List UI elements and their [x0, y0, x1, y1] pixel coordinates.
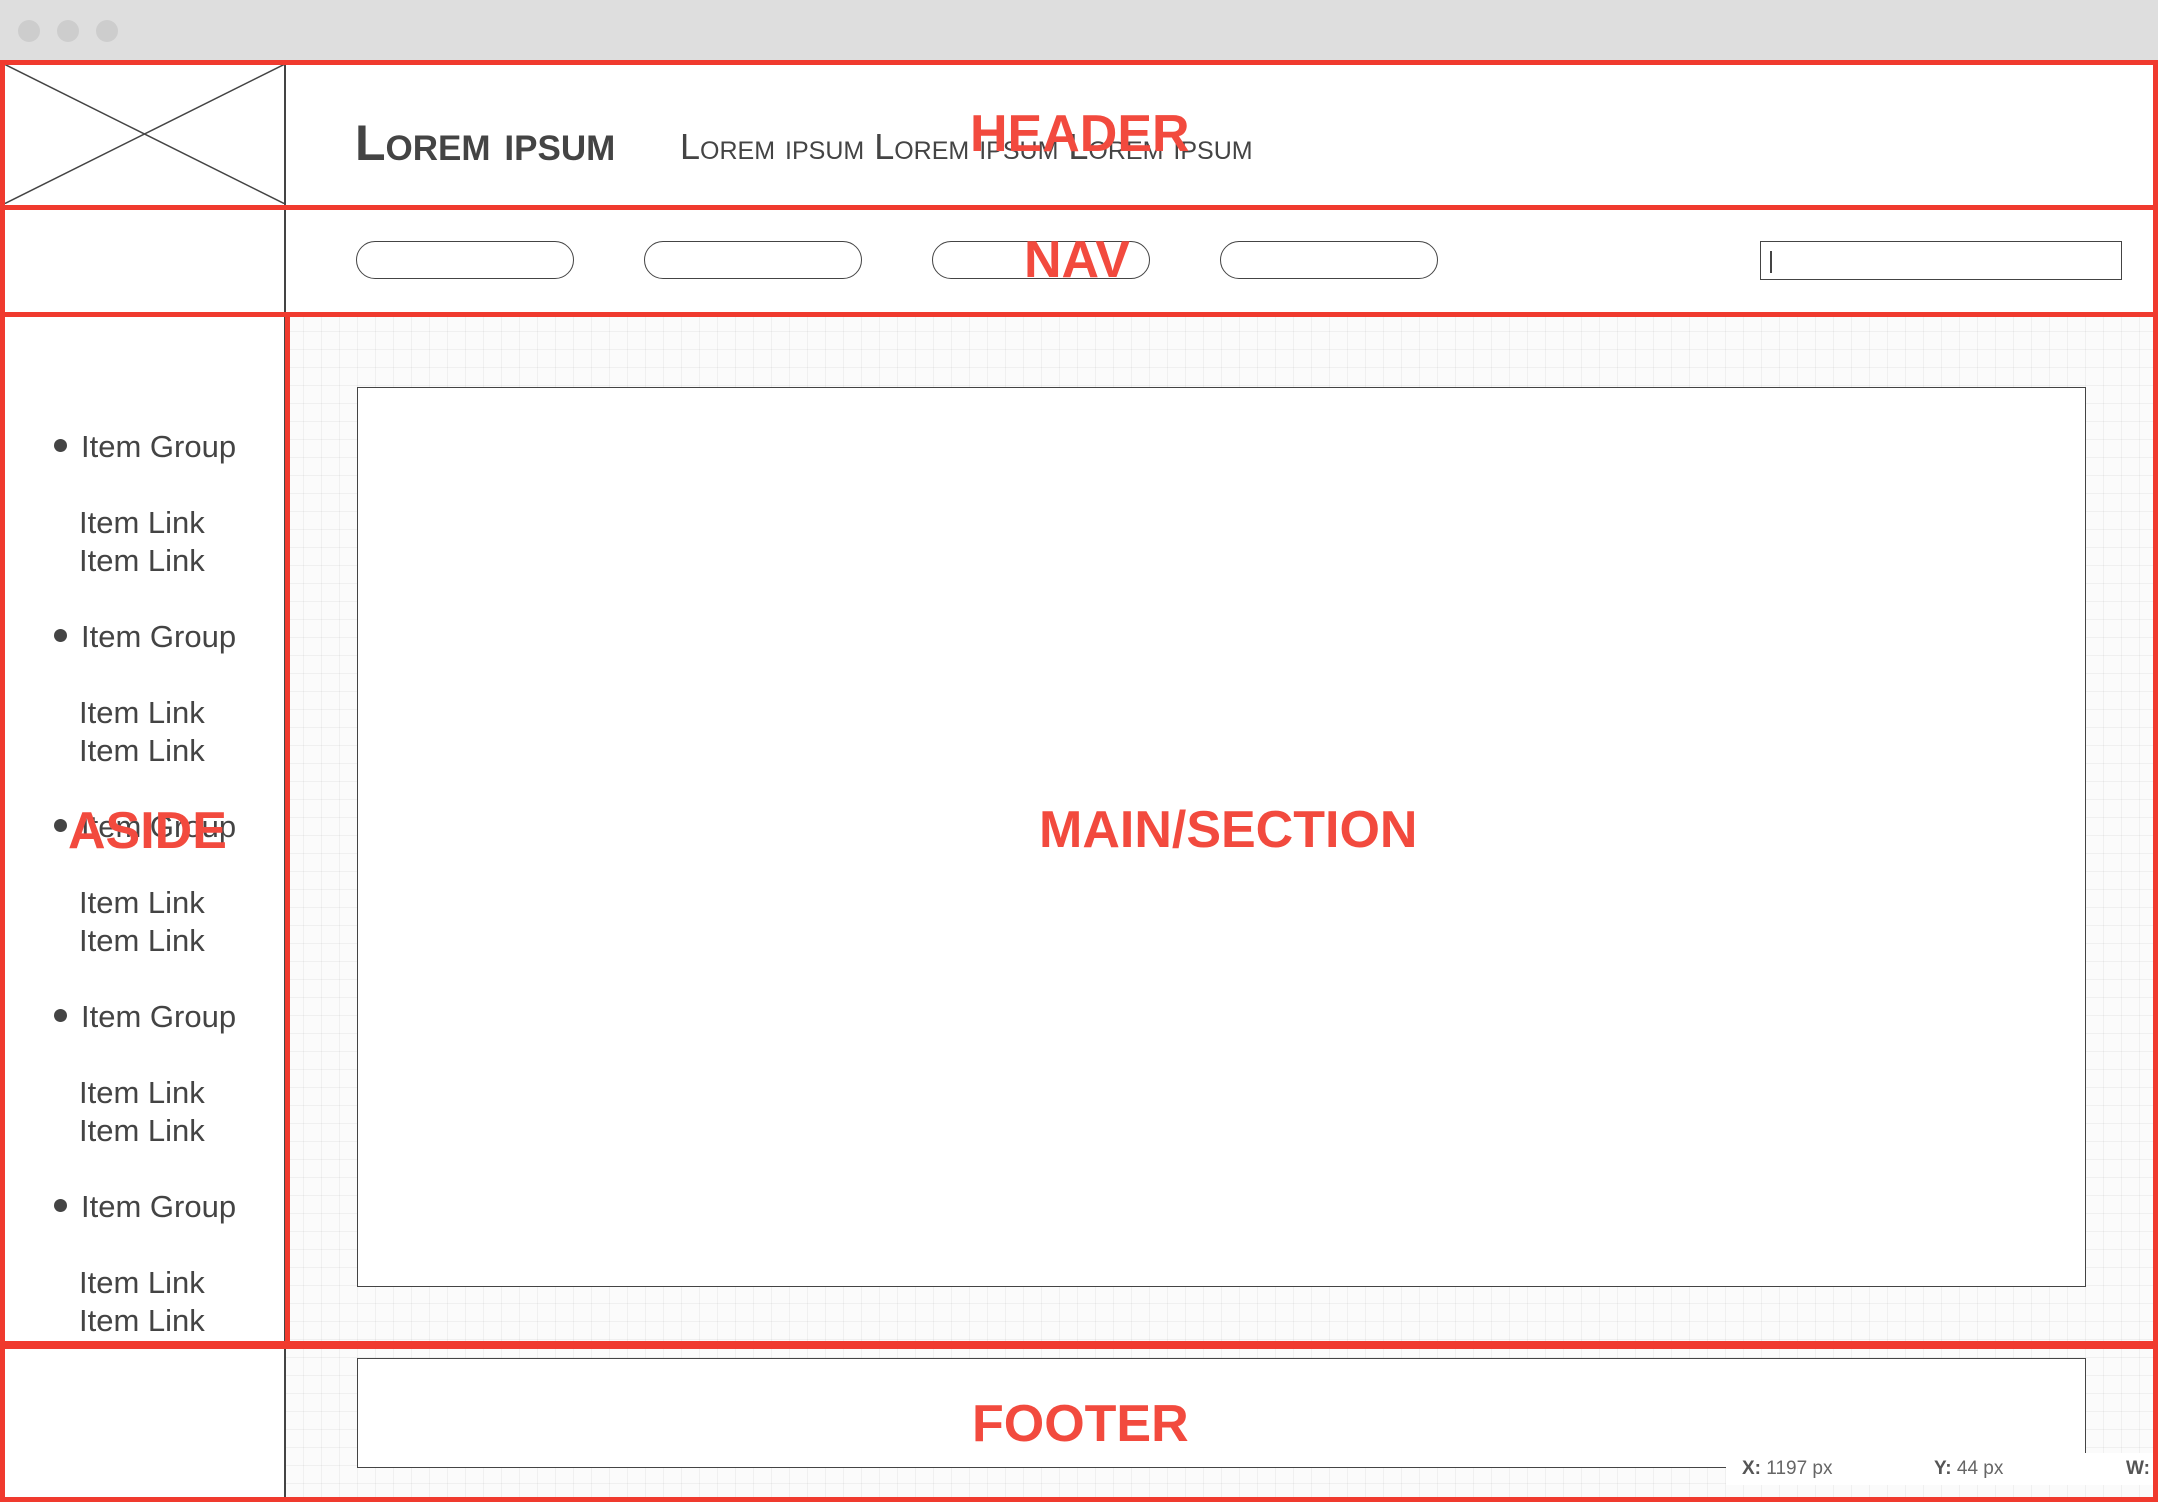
main-region-label: MAIN/SECTION — [1039, 801, 1418, 859]
minimize-window-icon[interactable] — [57, 20, 79, 42]
footer-region-label: FOOTER — [972, 1395, 1189, 1453]
nav-region-label: NAV — [1024, 231, 1130, 289]
aside-region-label: ASIDE — [68, 802, 227, 860]
maximize-window-icon[interactable] — [96, 20, 118, 42]
close-window-icon[interactable] — [18, 20, 40, 42]
header-region-label: HEADER — [970, 105, 1190, 163]
window-titlebar — [0, 0, 2158, 60]
